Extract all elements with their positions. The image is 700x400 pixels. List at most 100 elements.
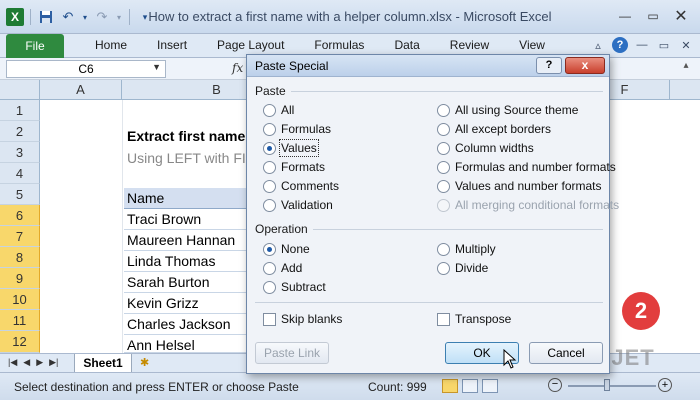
radio-button[interactable] bbox=[437, 103, 450, 117]
first-sheet-icon[interactable]: |◀ bbox=[8, 357, 17, 368]
column-header-g[interactable] bbox=[670, 80, 700, 100]
radio-button[interactable] bbox=[263, 179, 276, 193]
row-header-4[interactable]: 4 bbox=[0, 163, 40, 184]
tab-view[interactable]: View bbox=[504, 38, 560, 52]
radio-button[interactable] bbox=[437, 261, 450, 275]
transpose-checkbox[interactable]: Transpose bbox=[437, 312, 511, 326]
paste-option-all-source-theme[interactable]: All using Source theme bbox=[437, 103, 578, 117]
row-header-7[interactable]: 7 bbox=[0, 226, 40, 247]
paste-option-formulas[interactable]: Formulas bbox=[263, 122, 331, 136]
radio-button[interactable] bbox=[263, 103, 276, 117]
paste-option-all[interactable]: All bbox=[263, 103, 294, 117]
prev-sheet-icon[interactable]: ◀ bbox=[23, 357, 30, 368]
row-header-1[interactable]: 1 bbox=[0, 100, 40, 121]
table-row[interactable]: Sarah Burton bbox=[124, 272, 248, 293]
operation-option-subtract[interactable]: Subtract bbox=[263, 280, 326, 294]
table-row[interactable]: Traci Brown bbox=[124, 209, 248, 230]
radio-button[interactable] bbox=[437, 160, 450, 174]
sheet-tab-sheet1[interactable]: Sheet1 bbox=[74, 354, 132, 373]
help-icon[interactable]: ? bbox=[612, 37, 628, 53]
page-layout-view-icon[interactable] bbox=[462, 379, 478, 393]
operation-option-add[interactable]: Add bbox=[263, 261, 302, 275]
operation-option-none[interactable]: None bbox=[263, 242, 310, 256]
table-row[interactable]: Ann Helsel bbox=[124, 335, 248, 353]
divider bbox=[313, 229, 603, 230]
radio-button[interactable] bbox=[263, 242, 276, 256]
paste-option-values[interactable]: Values bbox=[263, 139, 319, 157]
window-controls: — ▭ ✕ bbox=[612, 6, 694, 26]
sheet-subtitle-cell[interactable]: Using LEFT with FI bbox=[127, 150, 246, 166]
last-sheet-icon[interactable]: ▶| bbox=[49, 357, 58, 368]
minimize-ribbon-icon[interactable]: ▵ bbox=[590, 37, 606, 53]
row-header-9[interactable]: 9 bbox=[0, 268, 40, 289]
row-header-5[interactable]: 5 bbox=[0, 184, 40, 205]
radio-button[interactable] bbox=[263, 198, 276, 212]
tab-review[interactable]: Review bbox=[435, 38, 504, 52]
insert-sheet-icon[interactable]: ✱ bbox=[140, 356, 156, 370]
row-header-8[interactable]: 8 bbox=[0, 247, 40, 268]
operation-option-divide[interactable]: Divide bbox=[437, 261, 488, 275]
row-header-2[interactable]: 2 bbox=[0, 121, 40, 142]
chevron-down-icon[interactable]: ▼ bbox=[152, 62, 161, 72]
table-row[interactable]: Linda Thomas bbox=[124, 251, 248, 272]
cancel-button[interactable]: Cancel bbox=[529, 342, 603, 364]
file-tab[interactable]: File bbox=[6, 34, 64, 58]
radio-button[interactable] bbox=[437, 179, 450, 193]
radio-button[interactable] bbox=[437, 141, 450, 155]
radio-button[interactable] bbox=[263, 280, 276, 294]
workbook-close-icon[interactable]: ✕ bbox=[678, 37, 694, 53]
paste-option-values-number-formats[interactable]: Values and number formats bbox=[437, 179, 602, 193]
close-icon[interactable]: ✕ bbox=[668, 6, 694, 26]
tab-data[interactable]: Data bbox=[379, 38, 434, 52]
row-header-11[interactable]: 11 bbox=[0, 310, 40, 331]
paste-option-formulas-number-formats[interactable]: Formulas and number formats bbox=[437, 160, 616, 174]
dialog-close-button[interactable]: x bbox=[565, 57, 605, 74]
tab-insert[interactable]: Insert bbox=[142, 38, 202, 52]
operation-option-multiply[interactable]: Multiply bbox=[437, 242, 496, 256]
select-all-corner[interactable] bbox=[0, 80, 40, 100]
row-header-12[interactable]: 12 bbox=[0, 331, 40, 353]
name-box[interactable]: C6 ▼ bbox=[6, 60, 166, 78]
row-header-10[interactable]: 10 bbox=[0, 289, 40, 310]
paste-option-validation[interactable]: Validation bbox=[263, 198, 333, 212]
radio-button[interactable] bbox=[263, 141, 276, 155]
page-break-view-icon[interactable] bbox=[482, 379, 498, 393]
dialog-help-button[interactable]: ? bbox=[536, 57, 562, 74]
radio-button[interactable] bbox=[263, 122, 276, 136]
paste-option-formats[interactable]: Formats bbox=[263, 160, 325, 174]
tab-page-layout[interactable]: Page Layout bbox=[202, 38, 299, 52]
normal-view-icon[interactable] bbox=[442, 379, 458, 393]
radio-button[interactable] bbox=[437, 122, 450, 136]
skip-blanks-checkbox[interactable]: Skip blanks bbox=[263, 312, 342, 326]
paste-option-all-except-borders[interactable]: All except borders bbox=[437, 122, 551, 136]
zoom-slider-thumb[interactable] bbox=[604, 379, 610, 391]
dialog-title-bar[interactable]: Paste Special ? x bbox=[247, 55, 609, 77]
expand-formula-bar-icon[interactable]: ▴ bbox=[678, 60, 694, 78]
radio-button[interactable] bbox=[263, 261, 276, 275]
column-header-a[interactable]: A bbox=[40, 80, 122, 100]
checkbox[interactable] bbox=[437, 312, 450, 326]
radio-button[interactable] bbox=[437, 242, 450, 256]
minimize-icon[interactable]: — bbox=[612, 6, 638, 26]
tab-home[interactable]: Home bbox=[80, 38, 142, 52]
row-header-6[interactable]: 6 bbox=[0, 205, 40, 226]
insert-function-icon[interactable]: fx bbox=[232, 61, 243, 75]
zoom-in-icon[interactable]: + bbox=[658, 378, 672, 392]
workbook-restore-icon[interactable]: ▭ bbox=[656, 37, 672, 53]
workbook-minimize-icon[interactable]: — bbox=[634, 37, 650, 53]
next-sheet-icon[interactable]: ▶ bbox=[36, 357, 43, 368]
zoom-slider[interactable] bbox=[568, 385, 656, 387]
table-header-name[interactable]: Name bbox=[124, 188, 248, 209]
table-row[interactable]: Charles Jackson bbox=[124, 314, 248, 335]
maximize-icon[interactable]: ▭ bbox=[640, 6, 666, 26]
checkbox[interactable] bbox=[263, 312, 276, 326]
row-header-3[interactable]: 3 bbox=[0, 142, 40, 163]
paste-option-comments[interactable]: Comments bbox=[263, 179, 339, 193]
table-row[interactable]: Kevin Grizz bbox=[124, 293, 248, 314]
zoom-out-icon[interactable]: − bbox=[548, 378, 562, 392]
radio-button[interactable] bbox=[263, 160, 276, 174]
paste-option-column-widths[interactable]: Column widths bbox=[437, 141, 534, 155]
sheet-title-cell[interactable]: Extract first name bbox=[127, 128, 245, 144]
table-row[interactable]: Maureen Hannan bbox=[124, 230, 248, 251]
tab-formulas[interactable]: Formulas bbox=[299, 38, 379, 52]
